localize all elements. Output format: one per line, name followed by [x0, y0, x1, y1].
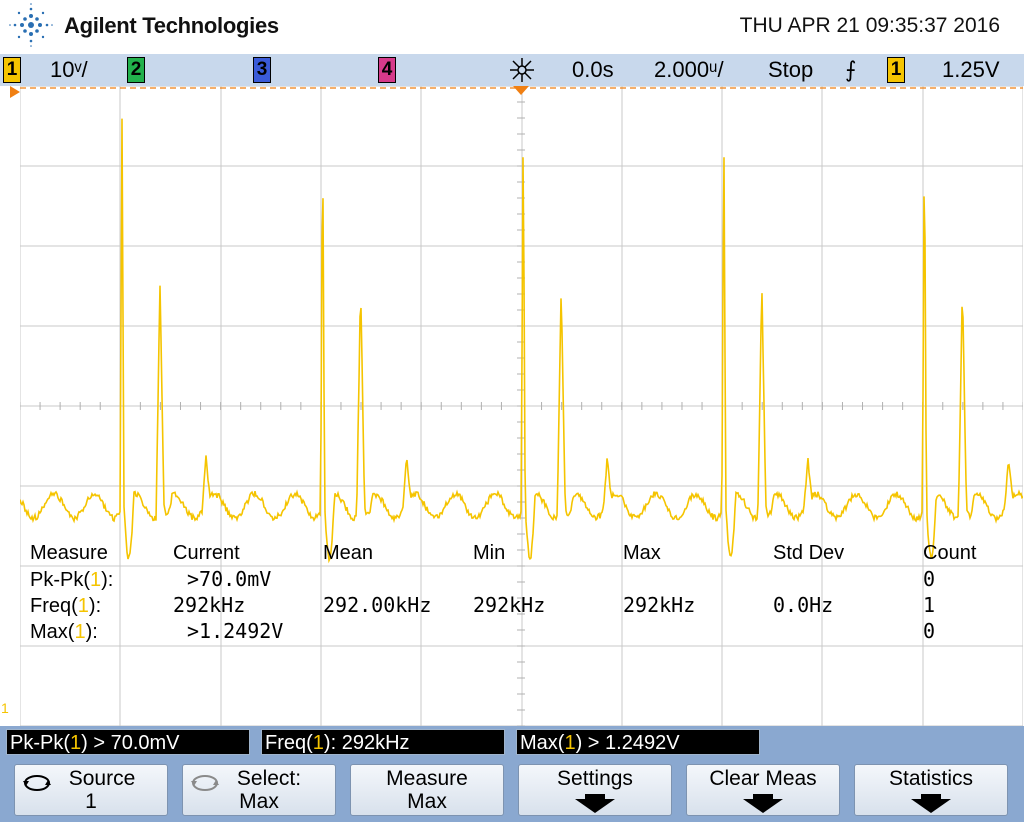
measure-channel: 1: [78, 595, 89, 617]
quick-meas-label: Pk-Pk(: [10, 732, 70, 754]
measure-name-close: ):: [86, 621, 98, 643]
measure-name-close: ):: [89, 595, 101, 617]
channel-1-scale[interactable]: 10ᵛ/: [50, 57, 88, 83]
measure-name: Freq(: [30, 595, 78, 617]
softkey-label: Clear Meas: [687, 767, 839, 790]
measure-softkey[interactable]: Measure Max: [350, 764, 504, 816]
measure-name: Max(: [30, 621, 75, 643]
trigger-channel-badge[interactable]: 1: [887, 57, 905, 83]
measure-row-label: Freq(1):: [30, 595, 101, 617]
measure-count: 0: [923, 619, 935, 643]
statistics-softkey[interactable]: Statistics: [854, 764, 1008, 816]
settings-softkey[interactable]: Settings: [518, 764, 672, 816]
measure-max: 292kHz: [623, 593, 695, 617]
measure-count: 1: [923, 593, 935, 617]
source-softkey[interactable]: Source 1: [14, 764, 168, 816]
quick-meas-pkpk: Pk-Pk(1) > 70.0mV: [6, 729, 250, 755]
measure-stddev: 0.0Hz: [773, 593, 833, 617]
measure-header: Current: [173, 542, 240, 564]
measure-header: Max: [623, 542, 661, 564]
measure-mean: 292.00kHz: [323, 593, 431, 617]
measure-row-label: Max(1):: [30, 621, 98, 643]
measure-header: Count: [923, 542, 977, 564]
quick-meas-freq: Freq(1): 292kHz: [261, 729, 505, 755]
softkey-label: Statistics: [855, 767, 1007, 790]
measure-header: Mean: [323, 542, 373, 564]
measure-name: Pk-Pk(: [30, 569, 90, 591]
left-margin: [0, 86, 20, 726]
time-delay[interactable]: 0.0s: [572, 57, 614, 83]
quick-meas-value: ) > 1.2492V: [576, 732, 680, 754]
measure-current: 292kHz: [173, 593, 245, 617]
status-bar: 1 10ᵛ/ 2 3 4 0.0s 2.000ᵘ/ Stop ⨍ 1 1.25V: [0, 54, 1024, 86]
measure-channel: 1: [90, 569, 101, 591]
quick-meas-channel: 1: [313, 732, 324, 754]
quick-meas-channel: 1: [564, 732, 575, 754]
softkey-value: 1: [15, 790, 167, 813]
run-state[interactable]: Stop: [768, 57, 813, 83]
softkey-label: Settings: [519, 767, 671, 790]
channel-1-badge[interactable]: 1: [3, 57, 21, 83]
quick-meas-label: Freq(: [265, 732, 313, 754]
measure-current: >70.0mV: [187, 567, 271, 591]
measure-current: >1.2492V: [187, 619, 283, 643]
channel-4-badge[interactable]: 4: [378, 57, 396, 83]
quick-meas-value: ): 292kHz: [324, 732, 410, 754]
waveform-graticule: Measure Current Mean Min Max Std Dev Count Pk-P…: [20, 86, 1023, 726]
date-time: THU APR 21 09:35:37 2016: [740, 14, 1000, 38]
channel-3-badge[interactable]: 3: [253, 57, 271, 83]
header-bar: Agilent Technologies THU APR 21 09:35:37…: [0, 0, 1024, 54]
agilent-logo-icon: [8, 2, 54, 48]
trigger-position-marker-icon: [513, 86, 529, 96]
softkey-label: Measure: [351, 767, 503, 790]
measure-min: 292kHz: [473, 593, 545, 617]
measure-channel: 1: [74, 621, 85, 643]
measure-count: 0: [923, 567, 935, 591]
trigger-slope-icon: ⨍: [845, 57, 856, 83]
clear-meas-softkey[interactable]: Clear Meas: [686, 764, 840, 816]
quick-meas-value: ) > 70.0mV: [81, 732, 179, 754]
measure-name-close: ):: [101, 569, 113, 591]
quick-meas-max: Max(1) > 1.2492V: [516, 729, 760, 755]
select-softkey[interactable]: Select: Max: [182, 764, 336, 816]
quick-meas-label: Max(: [520, 732, 564, 754]
measure-header: Measure: [30, 542, 108, 564]
trigger-level-marker-icon: [10, 86, 20, 100]
measure-header: Min: [473, 542, 505, 564]
rotary-knob-icon: [23, 773, 51, 793]
channel-2-badge[interactable]: 2: [127, 57, 145, 83]
time-reference-icon: [507, 56, 537, 84]
quick-meas-channel: 1: [70, 732, 81, 754]
measure-row-label: Pk-Pk(1):: [30, 569, 113, 591]
measure-header: Std Dev: [773, 542, 844, 564]
softkey-value: Max: [351, 790, 503, 813]
trigger-level[interactable]: 1.25V: [942, 57, 1000, 83]
rotary-knob-icon: [191, 773, 219, 793]
channel-1-ground-marker: 1: [1, 700, 9, 716]
softkey-value: Max: [183, 790, 335, 813]
brand-name: Agilent Technologies: [64, 13, 279, 39]
time-scale[interactable]: 2.000ᵘ/: [654, 57, 724, 83]
waveform-display[interactable]: Measure Current Mean Min Max Std Dev Count Pk-P…: [20, 86, 1023, 726]
